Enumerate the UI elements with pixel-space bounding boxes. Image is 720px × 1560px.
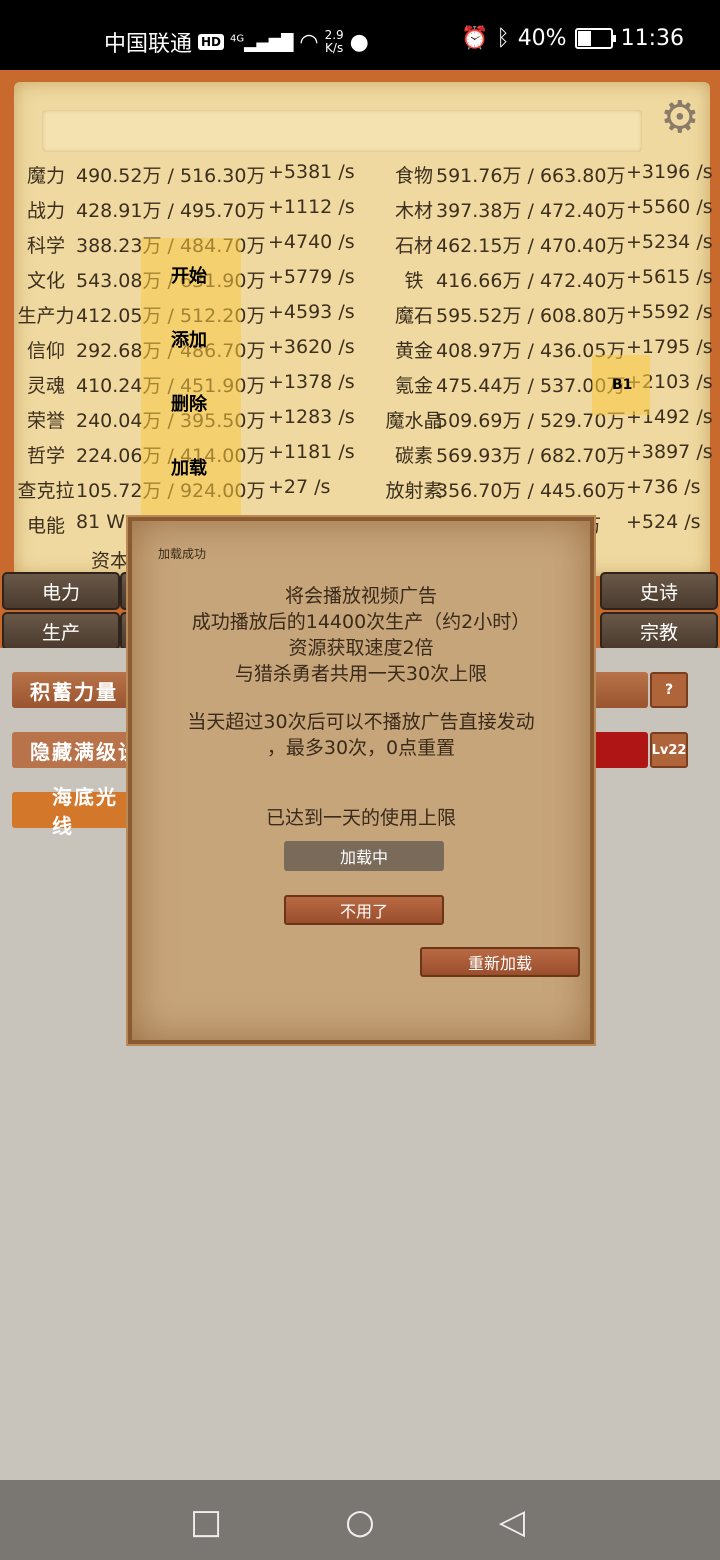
dialog-line: 当天超过30次后可以不播放广告直接发动: [187, 711, 535, 733]
list-item-label: 海底光线: [52, 785, 118, 838]
resource-value: 416.66万 / 472.40万: [436, 270, 626, 292]
resource-value: 569.93万 / 682.70万: [436, 445, 626, 467]
loading-button[interactable]: 加载中: [284, 841, 444, 871]
hd-badge: HD: [198, 34, 225, 50]
resource-value: 595.52万 / 608.80万: [436, 305, 626, 327]
dev-add-button[interactable]: 添加: [171, 326, 207, 352]
recents-icon[interactable]: □: [186, 1502, 226, 1542]
resource-row: 科学 388.23万 / 484.70万 +4740 /s 石材 462.15万…: [0, 231, 720, 266]
resource-name: 文化: [26, 270, 65, 292]
net-speed: 2.9 K/s: [325, 29, 344, 55]
resource-rate: +524 /s: [626, 511, 701, 533]
resource-name: 生产力: [17, 305, 75, 327]
resource-rate: +1112 /s: [268, 196, 355, 218]
navigation-bar: □ ○ ◁: [0, 1480, 720, 1560]
resource-rate: +1283 /s: [268, 406, 355, 428]
dialog-title: 加载成功: [158, 547, 207, 561]
resource-rate: +1378 /s: [268, 371, 355, 393]
cancel-button[interactable]: 不用了: [284, 895, 444, 925]
resource-value: 356.70万 / 445.60万: [436, 480, 626, 502]
dev-menu: 开始 添加 删除 加载 关闭: [141, 238, 241, 560]
dialog-line: 将会播放视频广告: [284, 585, 437, 607]
resource-row: 魔力 490.52万 / 516.30万 +5381 /s 食物 591.76万…: [0, 161, 720, 196]
resource-value: 462.15万 / 470.40万: [436, 235, 626, 257]
resource-row: 查克拉 105.72万 / 924.00万 +27 /s 放射素 356.70万…: [0, 476, 720, 511]
list-item-seabed-ray[interactable]: 海底光线: [12, 785, 132, 838]
resource-name: 荣誉: [26, 410, 65, 432]
resource-row: 哲学 224.06万 / 414.00万 +1181 /s 碳素 569.93万…: [0, 441, 720, 476]
globe-icon: ●: [349, 29, 369, 55]
bluetooth-icon: ᛒ: [496, 26, 510, 51]
resource-rate: +1181 /s: [268, 441, 355, 463]
resource-name: 哲学: [26, 445, 65, 467]
resource-rate: +4740 /s: [268, 231, 355, 253]
list-item-label: 隐藏满级设: [30, 739, 140, 764]
carrier-label: 中国联通: [104, 32, 193, 57]
dev-load-button[interactable]: 加载: [171, 454, 207, 480]
tab-epic[interactable]: 史诗: [600, 572, 718, 610]
resource-row: 生产力 412.05万 / 512.20万 +4593 /s 魔石 595.52…: [0, 301, 720, 336]
tab-power[interactable]: 电力: [2, 572, 120, 610]
tab-religion[interactable]: 宗教: [600, 612, 718, 650]
resource-name: 科学: [26, 235, 65, 257]
resource-name: 灵魂: [26, 375, 65, 397]
resource-rate: +3897 /s: [626, 441, 713, 463]
status-bar: 中国联通 HD 4G▂▄▆█ ◠ 2.9 K/s ● ⏰ ᛒ 40% 11:36: [0, 0, 720, 70]
resource-value: 81 W: [76, 511, 126, 533]
resource-rate: +5234 /s: [626, 231, 713, 253]
resource-rate: +5615 /s: [626, 266, 713, 288]
level-badge[interactable]: Lv22: [650, 732, 688, 768]
battery-percent: 40%: [517, 26, 567, 51]
message-bar: [42, 110, 642, 152]
tab-production[interactable]: 生产: [2, 612, 120, 650]
resource-rate: +4593 /s: [268, 301, 355, 323]
net-speed-value: 2.9: [324, 28, 344, 42]
resource-name: 电能: [26, 515, 65, 537]
status-right: ⏰ ᛒ 40% 11:36: [461, 26, 684, 51]
dialog-line: 资源获取速度2倍: [288, 637, 434, 659]
dialog-line: 与猎杀勇者共用一天30次上限: [234, 663, 488, 685]
resource-rate: +3196 /s: [626, 161, 713, 183]
resource-name: 信仰: [26, 340, 65, 362]
resource-value: 428.91万 / 495.70万: [76, 200, 266, 222]
resource-rate: +5381 /s: [268, 161, 355, 183]
b1-marker[interactable]: B1: [592, 355, 650, 415]
resource-value: 397.38万 / 472.40万: [436, 200, 626, 222]
wifi-icon: ◠: [299, 29, 319, 55]
resource-name: 魔力: [26, 165, 65, 187]
net-speed-unit: K/s: [325, 41, 344, 55]
list-item-label: 积蓄力量: [30, 679, 118, 704]
resource-rate: +736 /s: [626, 476, 701, 498]
resource-name: 资本: [91, 550, 130, 572]
network-type: 4G: [230, 33, 245, 45]
resource-value: 591.76万 / 663.80万: [436, 165, 626, 187]
clock: 11:36: [620, 26, 684, 51]
resource-rate: +5592 /s: [626, 301, 713, 323]
status-left: 中国联通 HD 4G▂▄▆█ ◠ 2.9 K/s ●: [104, 26, 369, 58]
dev-start-button[interactable]: 开始: [171, 262, 207, 288]
alarm-icon: ⏰: [461, 26, 489, 51]
gear-icon[interactable]: ⚙: [660, 96, 699, 140]
resource-rate: +27 /s: [268, 476, 331, 498]
resource-row: 文化 543.08万 / 631.90万 +5779 /s 铁 416.66万 …: [0, 266, 720, 301]
signal-icon: 4G▂▄▆█: [230, 32, 294, 52]
reload-button[interactable]: 重新加载: [420, 947, 580, 977]
b1-label: B1: [612, 377, 633, 393]
resource-name: 查克拉: [17, 480, 75, 502]
help-button[interactable]: ?: [650, 672, 688, 708]
resource-value: 490.52万 / 516.30万: [76, 165, 266, 187]
resource-rate: +3620 /s: [268, 336, 355, 358]
ad-dialog: 加载成功 将会播放视频广告 成功播放后的14400次生产（约2小时） 资源获取速…: [128, 517, 594, 1044]
home-icon[interactable]: ○: [340, 1502, 380, 1542]
dialog-line: ，最多30次，0点重置: [266, 737, 456, 759]
resource-rate: +5560 /s: [626, 196, 713, 218]
resource-rate: +5779 /s: [268, 266, 355, 288]
battery-icon: [574, 28, 616, 49]
resource-row: 战力 428.91万 / 495.70万 +1112 /s 木材 397.38万…: [0, 196, 720, 231]
dialog-line: 成功播放后的14400次生产（约2小时）: [191, 611, 531, 633]
back-icon[interactable]: ◁: [492, 1502, 532, 1542]
resource-name: 战力: [26, 200, 65, 222]
dev-delete-button[interactable]: 删除: [171, 390, 207, 416]
limit-message: 已达到一天的使用上限: [265, 807, 456, 829]
